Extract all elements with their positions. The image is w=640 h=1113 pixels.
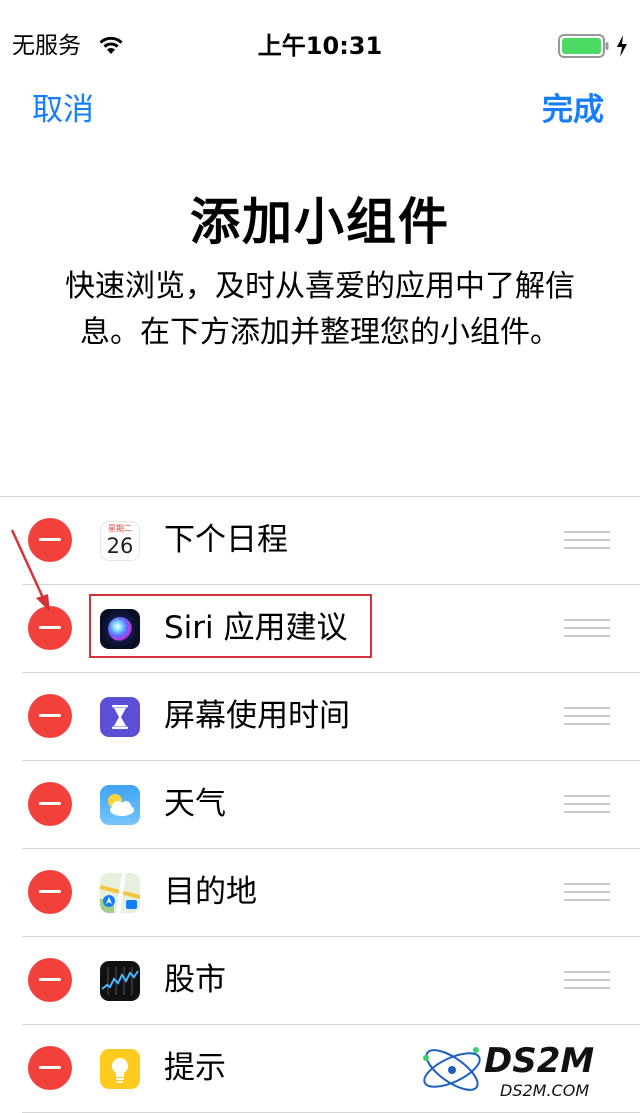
remove-widget-button[interactable]	[28, 958, 72, 1002]
watermark-logo: DS2M DS2M.COM	[423, 1041, 594, 1100]
widget-label: 股市	[164, 962, 226, 998]
calendar-icon: 星期二 26	[100, 521, 140, 561]
remove-widget-button[interactable]	[28, 782, 72, 826]
widget-label: 目的地	[164, 874, 257, 910]
page-title: 添加小组件	[190, 193, 450, 251]
reorder-handle-icon[interactable]	[564, 883, 610, 903]
maps-icon	[100, 873, 140, 913]
watermark-sub-text: DS2M.COM	[500, 1081, 589, 1100]
remove-widget-button[interactable]	[28, 694, 72, 738]
widget-row-stocks[interactable]: 股市	[22, 937, 640, 1025]
stocks-icon	[100, 961, 140, 1001]
screen-time-icon	[100, 697, 140, 737]
reorder-handle-icon[interactable]	[564, 971, 610, 991]
reorder-handle-icon[interactable]	[564, 531, 610, 551]
cancel-button[interactable]: 取消	[32, 88, 94, 132]
widget-label: 天气	[164, 786, 226, 822]
widget-label: 提示	[164, 1050, 226, 1086]
charging-icon	[617, 35, 627, 57]
clock: 上午10:31	[257, 32, 383, 60]
widget-row-calendar[interactable]: 星期二 26 下个日程	[22, 497, 640, 585]
widget-row-screen-time[interactable]: 屏幕使用时间	[22, 673, 640, 761]
reorder-handle-icon[interactable]	[564, 707, 610, 727]
annotation-arrow-icon	[10, 529, 50, 612]
weather-icon	[100, 785, 140, 825]
watermark-main-text: DS2M	[484, 1041, 594, 1081]
widget-list: 星期二 26 下个日程 Siri 应用建议 屏幕使用时间 天气 目的地 股市 提…	[0, 496, 640, 1113]
widget-label: 下个日程	[164, 522, 288, 558]
tips-icon	[100, 1049, 140, 1089]
remove-widget-button[interactable]	[28, 870, 72, 914]
widget-label: 屏幕使用时间	[164, 698, 350, 734]
done-button[interactable]: 完成	[542, 88, 604, 132]
reorder-handle-icon[interactable]	[564, 619, 610, 639]
calendar-date: 26	[106, 534, 134, 558]
widget-row-maps[interactable]: 目的地	[22, 849, 640, 937]
widget-row-weather[interactable]: 天气	[22, 761, 640, 849]
status-bar: 无服务 上午10:31	[0, 0, 640, 92]
remove-widget-button[interactable]	[28, 1046, 72, 1090]
page-subtitle: 快速浏览，及时从喜爱的应用中了解信息。在下方添加并整理您的小组件。	[65, 269, 575, 350]
highlight-box	[89, 594, 372, 658]
reorder-handle-icon[interactable]	[564, 795, 610, 815]
battery-icon	[558, 34, 609, 58]
